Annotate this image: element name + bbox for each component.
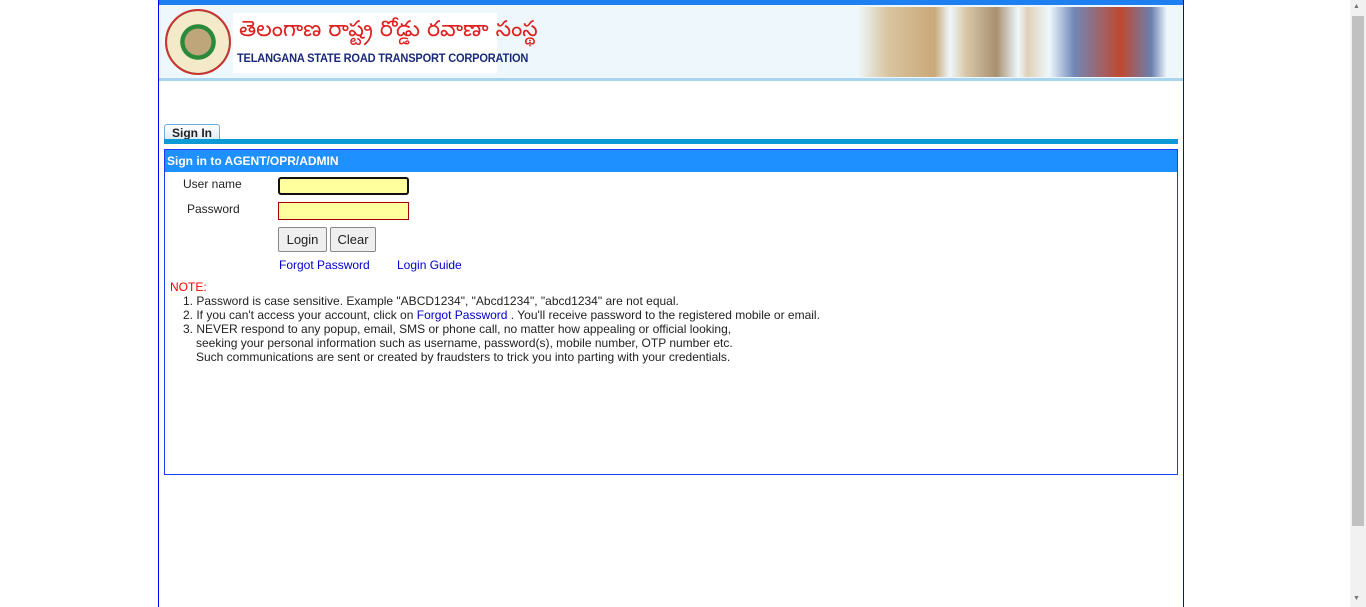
- header-bottom-line: [159, 78, 1183, 81]
- note-item-3-line-1: 3. NEVER respond to any popup, email, SM…: [183, 322, 732, 336]
- monuments-banner-image: [857, 7, 1167, 77]
- scroll-up-arrow-icon[interactable]: ▲: [1353, 3, 1360, 10]
- note-item-3-line-3: Such communications are sent or created …: [196, 350, 731, 364]
- note-item-2-pre: 2. If you can't access your account, cli…: [183, 308, 417, 322]
- tab-bar: [164, 139, 1178, 144]
- panel-title: Sign in to AGENT/OPR/ADMIN: [165, 150, 1177, 172]
- scrollbar-thumb[interactable]: [1352, 16, 1364, 526]
- note-item-2: 2. If you can't access your account, cli…: [183, 308, 820, 322]
- login-button[interactable]: Login: [278, 227, 327, 252]
- note-list: 1. Password is case sensitive. Example "…: [183, 294, 820, 364]
- telugu-title: తెలంగాణ రాష్ట్ర రోడ్డు రవాణా సంస్థ: [239, 17, 538, 42]
- note-item-1: 1. Password is case sensitive. Example "…: [183, 294, 679, 308]
- page-container: తెలంగాణ రాష్ట్ర రోడ్డు రవాణా సంస్థ TELAN…: [158, 0, 1184, 607]
- note-forgot-password-link[interactable]: Forgot Password: [417, 308, 508, 322]
- header-banner: తెలంగాణ రాష్ట్ర రోడ్డు రవాణా సంస్థ TELAN…: [159, 5, 1183, 78]
- english-title: TELANGANA STATE ROAD TRANSPORT CORPORATI…: [237, 51, 529, 65]
- brand-block: తెలంగాణ రాష్ట్ర రోడ్డు రవాణా సంస్థ TELAN…: [233, 13, 538, 73]
- login-guide-link[interactable]: Login Guide: [397, 258, 462, 272]
- tsrtc-logo: [165, 9, 231, 75]
- password-label: Password: [187, 202, 240, 216]
- note-item-3-line-2: seeking your personal information such a…: [196, 336, 733, 350]
- note-heading: NOTE:: [170, 280, 207, 294]
- forgot-password-link[interactable]: Forgot Password: [279, 258, 370, 272]
- password-input[interactable]: [278, 202, 409, 220]
- username-input[interactable]: [278, 177, 409, 195]
- sign-in-panel: Sign in to AGENT/OPR/ADMIN User name Pas…: [164, 149, 1178, 475]
- username-label: User name: [183, 177, 242, 191]
- clear-button[interactable]: Clear: [330, 227, 376, 252]
- scroll-down-arrow-icon[interactable]: ▼: [1353, 595, 1360, 602]
- note-item-2-post: . You'll receive password to the registe…: [507, 308, 820, 322]
